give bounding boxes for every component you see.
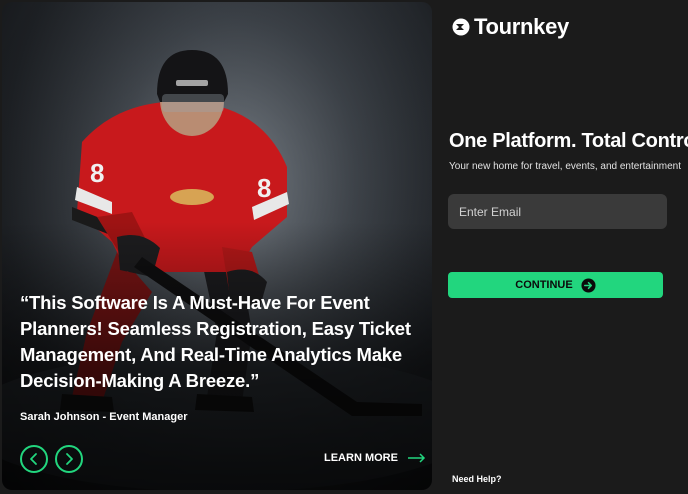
arrow-circle-right-icon [581, 277, 596, 293]
chevron-right-icon [66, 453, 73, 465]
need-help-link[interactable]: Need Help? [452, 474, 502, 484]
arrow-right-icon [407, 453, 426, 463]
learn-more-label: LEARN MORE [324, 452, 398, 464]
learn-more-link[interactable]: LEARN MORE [324, 452, 426, 464]
continue-label: CONTINUE [515, 279, 573, 291]
previous-slide-button[interactable] [20, 445, 48, 473]
brand-name: Tournkey [474, 14, 569, 39]
testimonial-quote: “This Software Is A Must-Have For Event … [20, 292, 411, 391]
email-field[interactable] [448, 194, 667, 229]
chevron-left-icon [30, 453, 37, 465]
page-title: One Platform. Total Control [449, 130, 688, 152]
brand-logo: Tournkey [452, 14, 569, 40]
hero-panel: 8 8 “This Software Is A Must-Have For Ev… [2, 2, 432, 490]
next-slide-button[interactable] [55, 445, 83, 473]
continue-button[interactable]: CONTINUE [448, 272, 663, 298]
page-subtitle: Your new home for travel, events, and en… [449, 161, 681, 172]
testimonial-author: Sarah Johnson - Event Manager [20, 411, 188, 423]
tournkey-logo-icon [452, 18, 470, 36]
